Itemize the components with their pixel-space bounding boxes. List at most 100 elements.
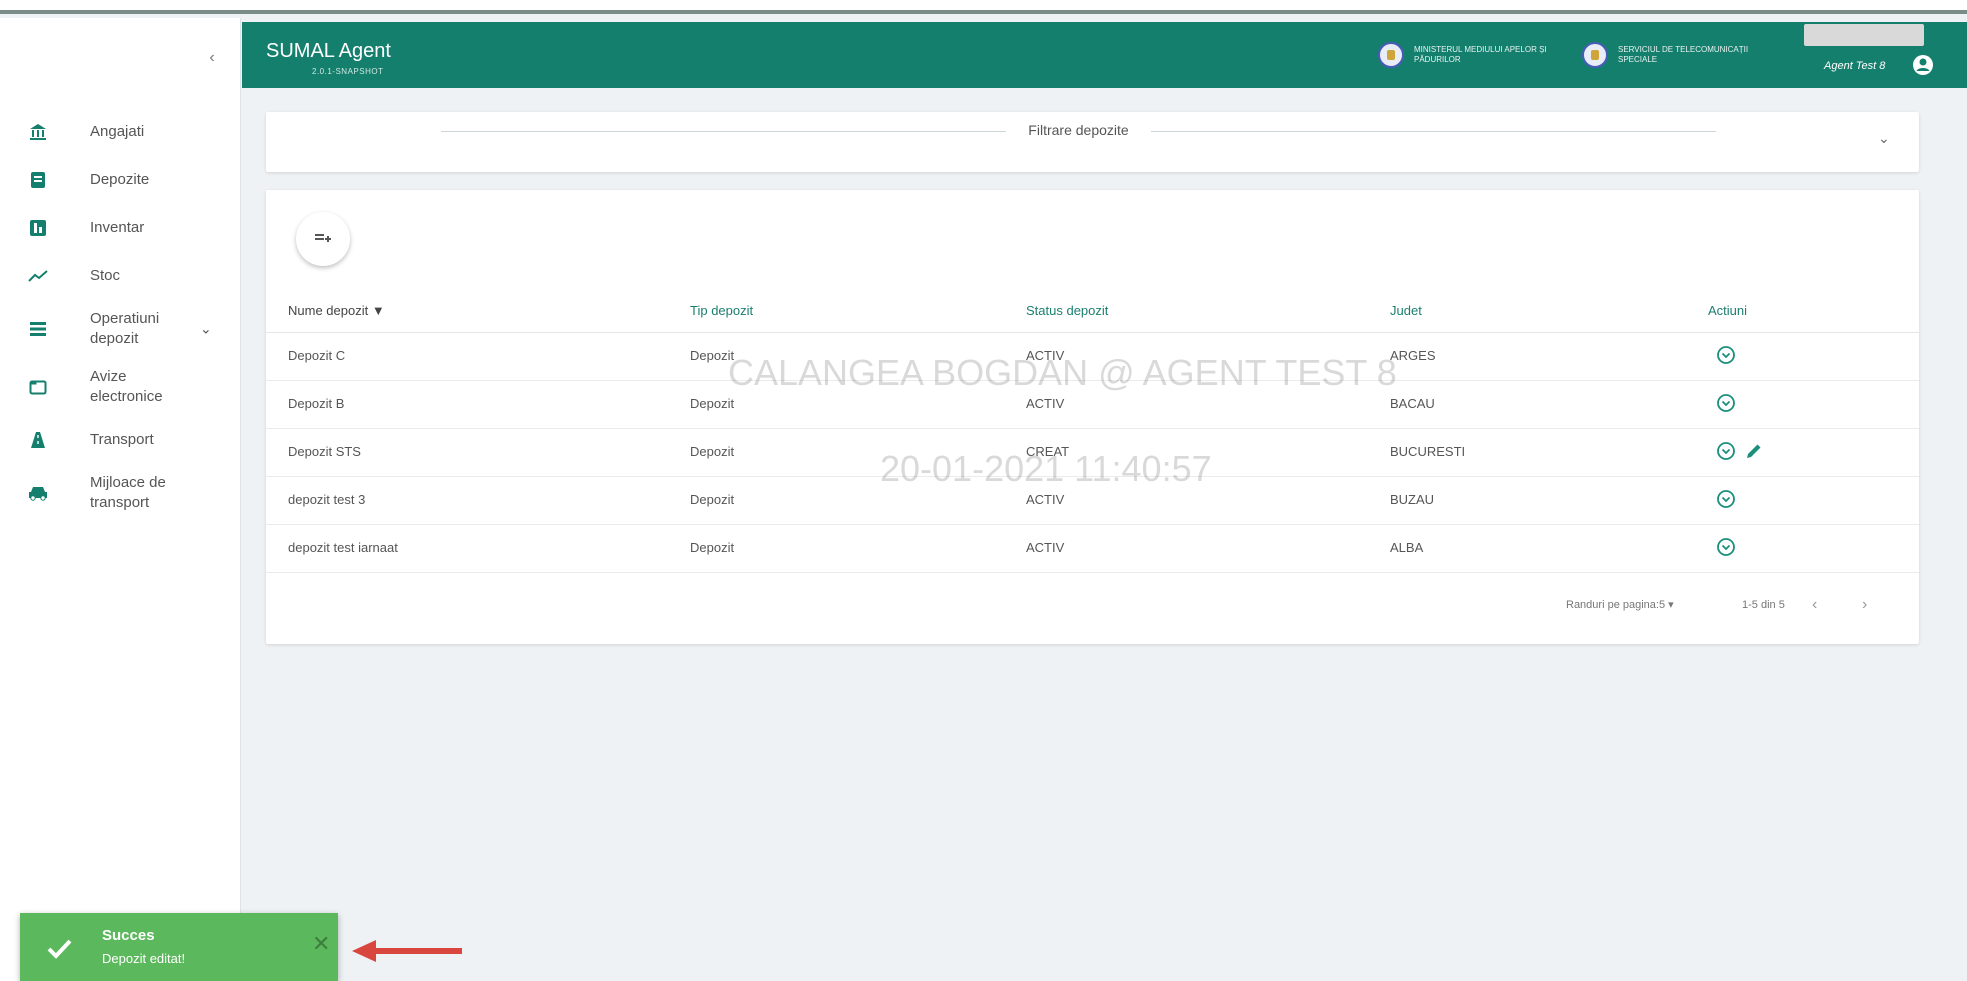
toast-title: Succes <box>102 927 155 944</box>
sidebar-item-label: Mijloace de transport <box>90 474 166 511</box>
view-details-icon[interactable] <box>1716 393 1738 415</box>
cell-nume: Depozit B <box>288 396 345 411</box>
rows-per-page-label: Randuri pe pagina: <box>1566 599 1659 611</box>
app-title[interactable]: SUMAL Agent <box>266 40 391 63</box>
row-actions <box>1716 537 1744 559</box>
service-seal-icon <box>1582 42 1608 68</box>
cell-judet: ARGES <box>1390 348 1436 363</box>
sidebar-item-label: Stoc <box>90 267 121 284</box>
table-row: depozit test iarnaat Depozit ACTIV ALBA <box>266 525 1919 573</box>
folder-icon <box>28 377 48 397</box>
chevron-down-icon[interactable]: ⌄ <box>1878 130 1890 147</box>
user-name: Agent Test 8 <box>1824 60 1886 72</box>
sidebar-item-mijloace-de-transport[interactable]: Mijloace de transport <box>0 464 240 522</box>
table-pagination: Randuri pe pagina: 5 ▾ 1-5 din 5 ‹ › <box>266 587 1919 627</box>
row-actions <box>1716 393 1744 415</box>
row-actions <box>1716 441 1772 463</box>
bank-icon <box>28 122 48 142</box>
sidebar-item-avize-electronice[interactable]: Avize electronice <box>0 358 240 416</box>
account-icon[interactable] <box>1912 54 1934 76</box>
cell-nume: depozit test 3 <box>288 492 366 507</box>
ministry-seal-icon <box>1378 42 1404 68</box>
toast-message: Depozit editat! <box>102 951 186 966</box>
table-row: Depozit C Depozit ACTIV ARGES <box>266 333 1919 381</box>
toast-close-button[interactable]: ✕ <box>312 931 330 957</box>
sidebar-item-angajati[interactable]: Angajati <box>0 108 240 156</box>
top-bar: SUMAL Agent 2.0.1-SNAPSHOT MINISTERUL ME… <box>242 22 1967 88</box>
chevron-right-icon[interactable]: › <box>1862 596 1867 614</box>
check-icon <box>47 939 72 959</box>
cell-tip: Depozit <box>690 492 735 507</box>
column-header-actiuni: Actiuni <box>1708 303 1748 318</box>
sidebar-item-label: Avize electronice <box>90 368 163 405</box>
inventory-icon <box>28 218 48 238</box>
row-actions <box>1716 489 1744 511</box>
edit-pencil-icon[interactable] <box>1744 441 1766 463</box>
cell-status: ACTIV <box>1026 348 1065 363</box>
arrow-left-icon <box>352 940 462 962</box>
cell-judet: BUZAU <box>1390 492 1435 507</box>
cell-nume: depozit test iarnaat <box>288 540 398 555</box>
cell-tip: Depozit <box>690 348 735 363</box>
sidebar-item-label: Depozite <box>90 171 150 188</box>
sidebar-item-depozite[interactable]: Depozite <box>0 156 240 204</box>
cell-status: ACTIV <box>1026 540 1065 555</box>
cell-tip: Depozit <box>690 540 735 555</box>
user-badge <box>1804 24 1924 46</box>
cell-judet: ALBA <box>1390 540 1424 555</box>
sidebar-item-inventar[interactable]: Inventar <box>0 204 240 252</box>
service-text: SERVICIUL DE TELECOMUNICAȚII SPECIALE <box>1618 45 1749 64</box>
chevron-left-icon[interactable]: ‹ <box>1812 596 1817 614</box>
app-version: 2.0.1-SNAPSHOT <box>312 67 384 76</box>
sidebar: ‹ Angajati Depozite Inventar Stoc Operat… <box>0 18 241 981</box>
car-icon <box>28 483 48 503</box>
chevron-down-icon[interactable]: ⌄ <box>200 321 212 338</box>
sidebar-item-stoc[interactable]: Stoc <box>0 252 240 300</box>
rows-per-page-select[interactable]: 5 ▾ <box>1659 598 1674 611</box>
view-details-icon[interactable] <box>1716 441 1738 463</box>
view-details-icon[interactable] <box>1716 537 1738 559</box>
sidebar-item-operatiuni-depozit[interactable]: Operatiuni depozit ⌄ <box>0 300 240 358</box>
sidebar-collapse-button[interactable]: ‹ <box>200 46 224 70</box>
list-icon <box>28 319 48 339</box>
user-menu[interactable]: Agent Test 8 <box>1782 22 1962 88</box>
ministry-text: MINISTERUL MEDIULUI APELOR ȘI PĂDURILOR <box>1414 45 1547 64</box>
filter-panel[interactable]: Filtrare depozite ⌄ <box>266 112 1919 172</box>
sidebar-nav: Angajati Depozite Inventar Stoc Operatiu… <box>0 108 240 522</box>
column-header-nume[interactable]: Nume depozit ▼ <box>288 303 385 318</box>
success-toast: Succes Depozit editat! ✕ <box>20 913 338 981</box>
cell-nume: Depozit C <box>288 348 346 363</box>
column-header-tip[interactable]: Tip depozit <box>690 303 753 318</box>
sidebar-item-label: Inventar <box>90 219 145 236</box>
add-depozit-button[interactable] <box>296 212 350 266</box>
service-logo: SERVICIUL DE TELECOMUNICAȚII SPECIALE <box>1582 42 1758 68</box>
view-details-icon[interactable] <box>1716 489 1738 511</box>
column-header-judet[interactable]: Judet <box>1390 303 1422 318</box>
divider <box>441 131 1006 132</box>
browser-top-strip <box>0 0 1967 14</box>
add-list-icon <box>315 234 331 242</box>
cell-status: ACTIV <box>1026 396 1065 411</box>
sidebar-item-label: Operatiuni depozit <box>90 310 160 347</box>
sidebar-item-transport[interactable]: Transport <box>0 416 240 464</box>
sidebar-item-label: Transport <box>90 431 154 448</box>
depot-icon <box>28 170 48 190</box>
filter-title: Filtrare depozite <box>1028 122 1129 138</box>
cell-status: CREAT <box>1026 444 1070 459</box>
cell-tip: Depozit <box>690 396 735 411</box>
cell-nume: Depozit STS <box>288 444 361 459</box>
sidebar-item-label: Angajati <box>90 123 145 140</box>
divider <box>1151 131 1716 132</box>
road-icon <box>28 430 48 450</box>
cell-judet: BACAU <box>1390 396 1435 411</box>
table-header: Nume depozit ▼ Tip depozit Status depozi… <box>266 290 1919 333</box>
ministry-logo: MINISTERUL MEDIULUI APELOR ȘI PĂDURILOR <box>1378 42 1554 68</box>
row-actions <box>1716 345 1744 367</box>
trend-icon <box>28 266 48 286</box>
cell-tip: Depozit <box>690 444 735 459</box>
table-row: depozit test 3 Depozit ACTIV BUZAU <box>266 477 1919 525</box>
cell-status: ACTIV <box>1026 492 1065 507</box>
column-header-status[interactable]: Status depozit <box>1026 303 1108 318</box>
table-row: Depozit STS Depozit CREAT BUCURESTI <box>266 429 1919 477</box>
view-details-icon[interactable] <box>1716 345 1738 367</box>
